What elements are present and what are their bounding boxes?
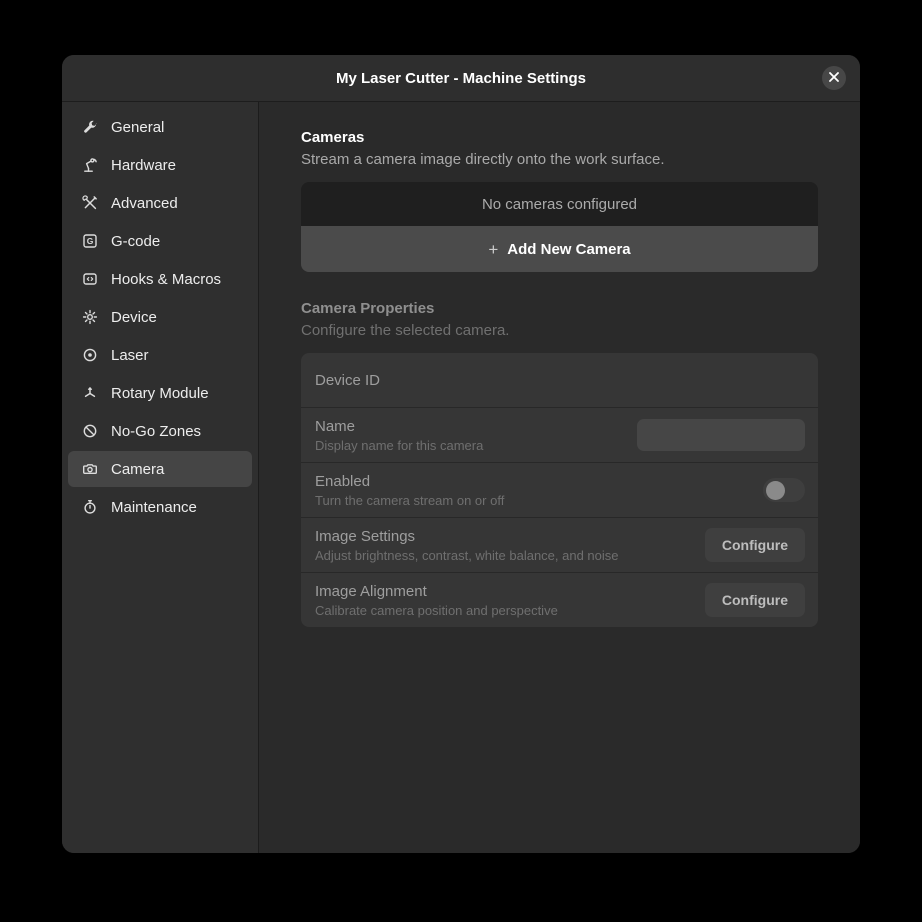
device-id-row: Device ID bbox=[301, 353, 818, 407]
svg-text:G: G bbox=[87, 236, 94, 246]
sidebar-item-label: Advanced bbox=[111, 194, 178, 212]
sidebar-item-label: No-Go Zones bbox=[111, 422, 202, 440]
sidebar-item-label: Laser bbox=[111, 346, 149, 364]
sidebar-item-label: Camera bbox=[111, 460, 165, 478]
image-alignment-description: Calibrate camera position and perspectiv… bbox=[315, 602, 558, 618]
sidebar-item-hooks-macros[interactable]: Hooks & Macros bbox=[68, 261, 252, 297]
camera-properties-card: Device ID Name Display name for this cam… bbox=[301, 353, 818, 627]
cameras-list-card: No cameras configured + Add New Camera bbox=[301, 182, 818, 272]
sidebar-item-label: G-code bbox=[111, 232, 161, 250]
enabled-description: Turn the camera stream on or off bbox=[315, 492, 505, 508]
code-brackets-icon bbox=[82, 271, 98, 287]
image-settings-description: Adjust brightness, contrast, white balan… bbox=[315, 547, 619, 563]
name-description: Display name for this camera bbox=[315, 437, 484, 453]
toggle-knob bbox=[766, 480, 785, 500]
enabled-row: Enabled Turn the camera stream on or off bbox=[301, 462, 818, 517]
window-title: My Laser Cutter - Machine Settings bbox=[335, 69, 587, 87]
add-new-camera-button[interactable]: + Add New Camera bbox=[301, 226, 818, 272]
add-new-camera-label: Add New Camera bbox=[507, 240, 631, 258]
main-area: General Hardware Advanced G G-code Hooks… bbox=[62, 102, 860, 853]
crossed-tools-icon bbox=[82, 195, 98, 211]
sidebar-item-device[interactable]: Device bbox=[68, 299, 252, 335]
headerbar: My Laser Cutter - Machine Settings bbox=[62, 55, 860, 102]
gcode-icon: G bbox=[82, 233, 98, 249]
sidebar-item-label: Device bbox=[111, 308, 157, 326]
image-alignment-row: Image Alignment Calibrate camera positio… bbox=[301, 572, 818, 627]
camera-settings-page: Cameras Stream a camera image directly o… bbox=[259, 102, 860, 853]
robot-arm-icon bbox=[82, 157, 98, 173]
stopwatch-icon bbox=[82, 499, 98, 515]
sidebar-item-label: General bbox=[111, 118, 165, 136]
image-alignment-label: Image Alignment bbox=[315, 582, 427, 600]
sidebar-item-advanced[interactable]: Advanced bbox=[68, 185, 252, 221]
sidebar-item-camera[interactable]: Camera bbox=[68, 451, 252, 487]
close-icon bbox=[829, 69, 839, 87]
sidebar-item-general[interactable]: General bbox=[68, 109, 252, 145]
name-row: Name Display name for this camera bbox=[301, 407, 818, 462]
enabled-label: Enabled bbox=[315, 472, 371, 490]
cameras-section-title: Cameras bbox=[301, 129, 365, 146]
camera-properties-title: Camera Properties bbox=[301, 300, 435, 317]
image-alignment-configure-button[interactable]: Configure bbox=[704, 583, 805, 617]
sidebar-item-gcode[interactable]: G G-code bbox=[68, 223, 252, 259]
machine-settings-window: My Laser Cutter - Machine Settings Gener… bbox=[62, 55, 860, 853]
wrench-icon bbox=[82, 119, 98, 135]
camera-name-input[interactable] bbox=[637, 419, 805, 451]
sidebar-item-maintenance[interactable]: Maintenance bbox=[68, 489, 252, 525]
target-icon bbox=[82, 347, 98, 363]
sidebar-item-no-go-zones[interactable]: No-Go Zones bbox=[68, 413, 252, 449]
prohibition-icon bbox=[82, 423, 98, 439]
image-settings-label: Image Settings bbox=[315, 527, 416, 545]
plus-icon: + bbox=[488, 239, 499, 259]
name-label: Name bbox=[315, 417, 356, 435]
rotary-icon bbox=[82, 385, 98, 401]
sidebar-item-label: Hardware bbox=[111, 156, 177, 174]
sidebar-item-label: Hooks & Macros bbox=[111, 270, 222, 288]
camera-icon bbox=[82, 461, 98, 477]
sidebar-item-label: Maintenance bbox=[111, 498, 197, 516]
sidebar-item-laser[interactable]: Laser bbox=[68, 337, 252, 373]
image-settings-row: Image Settings Adjust brightness, contra… bbox=[301, 517, 818, 572]
sidebar-item-hardware[interactable]: Hardware bbox=[68, 147, 252, 183]
sidebar-item-label: Rotary Module bbox=[111, 384, 209, 402]
image-settings-configure-button[interactable]: Configure bbox=[704, 528, 805, 562]
device-id-label: Device ID bbox=[315, 371, 381, 389]
sidebar: General Hardware Advanced G G-code Hooks… bbox=[62, 102, 259, 853]
cameras-section-subtitle: Stream a camera image directly onto the … bbox=[301, 151, 665, 168]
camera-properties-subtitle: Configure the selected camera. bbox=[301, 322, 510, 339]
sidebar-item-rotary-module[interactable]: Rotary Module bbox=[68, 375, 252, 411]
camera-list-empty-state: No cameras configured bbox=[301, 182, 818, 226]
close-button[interactable] bbox=[822, 66, 846, 90]
gear-icon bbox=[82, 309, 98, 325]
enabled-toggle[interactable] bbox=[763, 478, 805, 502]
